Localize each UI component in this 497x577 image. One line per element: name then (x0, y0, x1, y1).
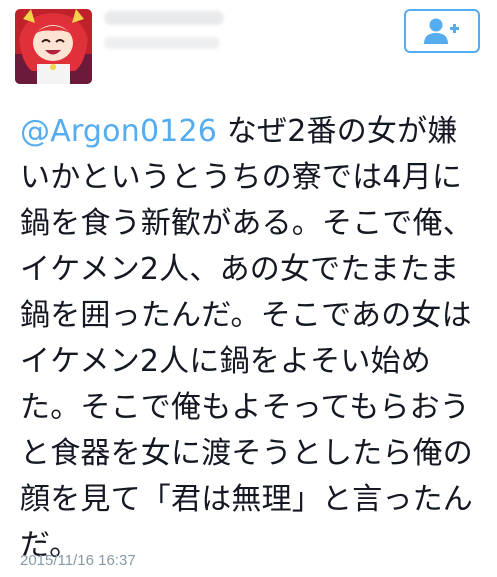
tweet-body: なぜ2番の女が嫌いかというとうちの寮では4月に鍋を食う新歓がある。そこで俺、イケ… (20, 114, 473, 563)
avatar[interactable] (15, 9, 92, 84)
mention-link[interactable]: @Argon0126 (20, 114, 217, 149)
follow-button[interactable] (404, 9, 480, 53)
follow-person-plus-icon (424, 18, 459, 44)
tweet-card: @Argon0126 なぜ2番の女が嫌いかというとうちの寮では4月に鍋を食う新歓… (0, 0, 497, 577)
author-handle[interactable] (104, 37, 220, 49)
author-display-name[interactable] (104, 11, 224, 25)
tweet-text: @Argon0126 なぜ2番の女が嫌いかというとうちの寮では4月に鍋を食う新歓… (20, 109, 480, 569)
timestamp[interactable]: 2015/11/16 16:37 (20, 552, 136, 570)
